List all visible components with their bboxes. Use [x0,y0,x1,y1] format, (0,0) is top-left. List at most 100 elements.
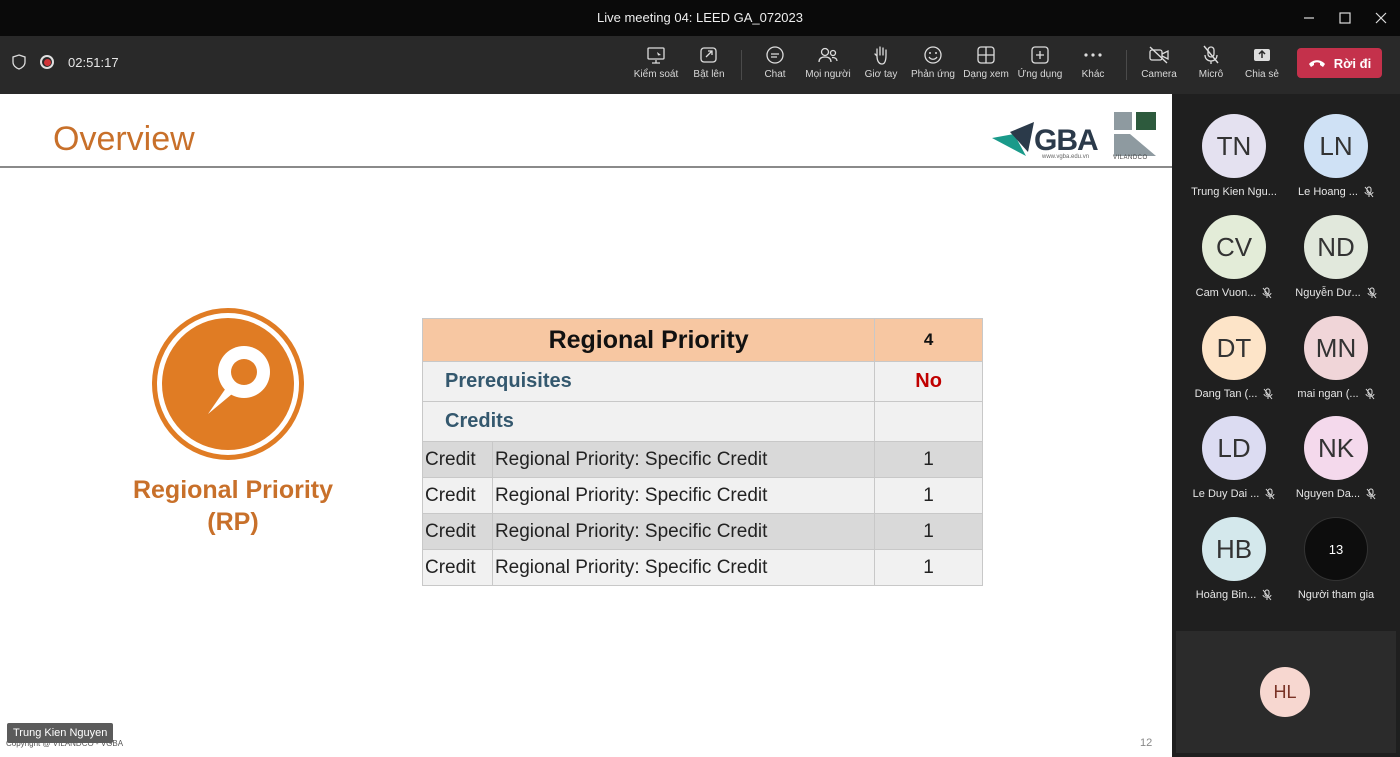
avatar: DT [1202,316,1266,380]
reaction-button[interactable]: Phản ứng [905,44,961,88]
view-label: Dạng xem [963,69,1009,80]
participant-tile[interactable]: HB Hoàng Bin... [1182,517,1286,617]
rp-label-line2: (RP) [207,508,259,536]
toolbar-divider [1126,50,1127,80]
avatar: MN [1304,316,1368,380]
chat-button[interactable]: Chat [747,44,803,88]
avatar: LN [1304,114,1368,178]
prerequisites-label: Prerequisites [421,361,876,402]
self-video-tile[interactable]: HL [1176,631,1396,753]
mic-off-icon [1367,287,1377,299]
credit-type: Credit [422,513,493,550]
mic-off-icon [1263,388,1273,400]
share-button[interactable]: Chia sẻ [1234,44,1290,88]
raise-hand-button[interactable]: Giơ tay [853,44,909,88]
popout-icon [700,47,717,63]
location-pin-icon [162,318,294,450]
shield-icon [12,54,26,70]
participant-tile[interactable]: MN mai ngan (... [1284,316,1388,416]
mic-off-icon [1265,488,1275,500]
phone-hangup-icon [1308,60,1325,67]
slide-divider [0,166,1172,168]
minimize-icon [1304,17,1314,19]
camera-label: Camera [1141,69,1177,80]
participant-name: mai ngan (... [1284,388,1388,400]
table-header-title: Regional Priority [421,318,876,362]
participant-name: Hoàng Bin... [1182,589,1286,601]
participant-tile[interactable]: ND Nguyễn Dư... [1284,215,1388,315]
title-bar: Live meeting 04: LEED GA_072023 [0,0,1400,36]
camera-button[interactable]: Camera [1131,44,1187,88]
table-header-row: Regional Priority 4 [421,318,983,362]
leave-label: Rời đi [1333,55,1372,71]
participant-tile[interactable]: CV Cam Vuon... [1182,215,1286,315]
apps-label: Ứng dụng [1017,69,1063,80]
credit-points: 1 [874,477,983,514]
participant-tile[interactable]: LD Le Duy Dai ... [1182,416,1286,516]
mic-off-icon [1203,45,1219,64]
more-participants-tile[interactable]: 13 Người tham gia [1284,517,1388,617]
mic-off-icon [1365,388,1375,400]
popout-button[interactable]: Bật lên [681,44,737,88]
prerequisites-value: No [874,361,983,402]
credit-type: Credit [422,441,493,478]
participant-name: Le Duy Dai ... [1182,488,1286,500]
more-icon [1084,53,1102,57]
share-label: Chia sẻ [1245,69,1279,80]
toolbar-divider [741,50,742,80]
participant-tile[interactable]: TN Trung Kien Ngu... [1182,114,1286,214]
credits-label: Credits [421,401,876,442]
regional-priority-table: Regional Priority 4 Prerequisites No Cre… [421,318,983,586]
share-control-icon [647,47,665,64]
table-header-points: 4 [874,318,983,362]
avatar: ND [1304,215,1368,279]
avatar: HB [1202,517,1266,581]
more-participants-label: Người tham gia [1297,589,1375,601]
view-button[interactable]: Dạng xem [958,44,1014,88]
people-icon [818,47,838,63]
close-button[interactable] [1358,0,1400,36]
people-button[interactable]: Mọi người [800,44,856,88]
credit-points: 1 [874,513,983,550]
credit-name: Regional Priority: Specific Credit [491,477,876,514]
credit-name: Regional Priority: Specific Credit [491,513,876,550]
participant-name: Nguyễn Dư... [1284,287,1388,299]
maximize-icon [1339,12,1351,24]
participant-tile[interactable]: LN Le Hoang ... [1284,114,1388,214]
credits-row: Credits [421,401,983,442]
presenter-name-tag: Trung Kien Nguyen [7,723,114,743]
mic-button[interactable]: Micrô [1183,44,1239,88]
credit-type: Credit [422,477,493,514]
control-button[interactable]: Kiểm soát [628,44,684,88]
apps-button[interactable]: Ứng dụng [1012,44,1068,88]
raise-hand-label: Giơ tay [864,69,898,80]
chat-icon [766,46,784,64]
participant-tile[interactable]: NK Nguyen Da... [1284,416,1388,516]
more-button[interactable]: Khác [1065,44,1121,88]
avatar: CV [1202,215,1266,279]
participant-name: Dang Tan (... [1182,388,1286,400]
rp-label-line1: Regional Priority [132,476,334,504]
shared-slide: Overview GBA www.vgba.edu.vn VILANDCO Re… [0,94,1172,757]
view-icon [977,46,995,64]
participant-name: Nguyen Da... [1284,488,1388,500]
participant-tile[interactable]: DT Dang Tan (... [1182,316,1286,416]
leave-button[interactable]: Rời đi [1297,48,1382,78]
regional-priority-badge [152,308,304,460]
gba-logo-text: GBA [1034,124,1099,157]
recording-icon [40,55,54,69]
mic-off-icon [1262,287,1272,299]
reaction-label: Phản ứng [911,69,955,80]
slide-page-number: 12 [1140,737,1153,749]
close-icon [1375,12,1387,24]
meeting-timer: 02:51:17 [68,54,119,70]
reaction-icon [924,46,942,64]
credit-type: Credit [422,549,493,586]
credit-points: 1 [874,549,983,586]
credit-points: 1 [874,441,983,478]
participant-count: 13 [1304,517,1368,581]
mic-off-icon [1364,186,1374,198]
apps-icon [1031,46,1049,64]
gba-logo-url: www.vgba.edu.vn [1042,154,1090,160]
credits-value [874,401,983,442]
